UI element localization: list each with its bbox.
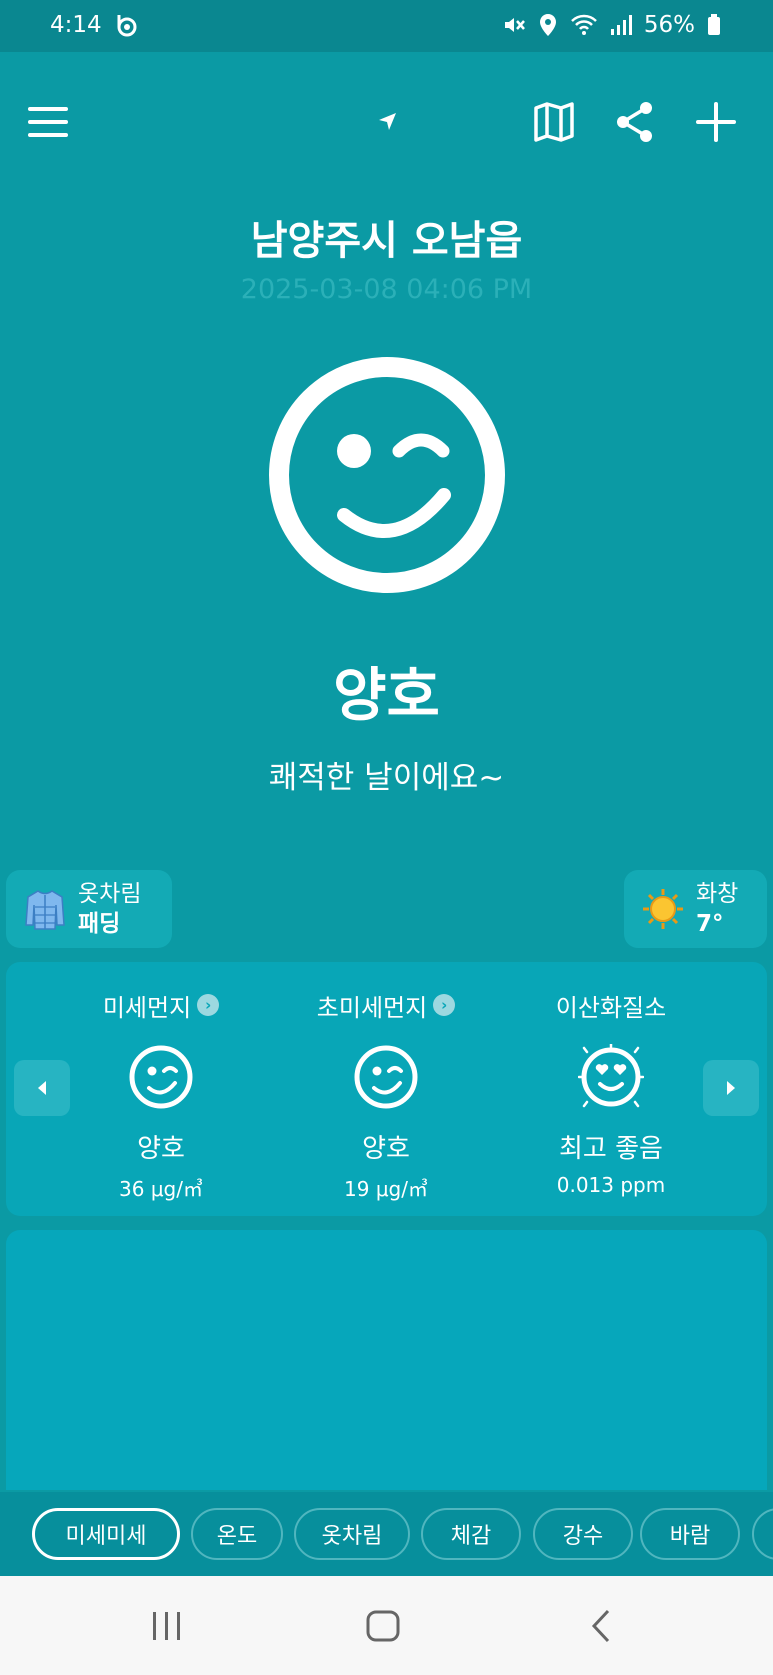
mute-icon: [502, 13, 526, 37]
pm10-title: 미세먼지: [102, 993, 192, 1022]
app-header: [0, 52, 773, 182]
location-arrow-icon: [379, 113, 396, 130]
map-button[interactable]: [524, 92, 584, 152]
status-left: 4:14: [50, 12, 140, 38]
home-button[interactable]: [358, 1604, 408, 1648]
clothing-chip-text: 옷차림 패딩: [78, 879, 141, 939]
chevron-right-icon[interactable]: ›: [197, 994, 220, 1016]
menu-icon: [28, 107, 68, 137]
weather-chip-text: 화창 7°: [696, 879, 738, 939]
status-bar: 4:14 56%: [0, 0, 773, 52]
pm25-status: 양호: [362, 1134, 410, 1164]
tab-feels-like[interactable]: 체감: [421, 1508, 521, 1560]
clothing-value: 패딩: [78, 911, 121, 937]
padded-jacket-icon: [25, 890, 65, 930]
tab-wind[interactable]: 바람: [640, 1508, 740, 1560]
pm25-title-row: 초미세먼지 ›: [316, 988, 456, 1022]
tab-temperature[interactable]: 온도: [191, 1508, 283, 1560]
location-name[interactable]: 남양주시 오남읍: [0, 208, 773, 266]
category-tab-bar: 미세미세 온도 옷차림 체감 강수 바람: [0, 1492, 773, 1576]
location-pin-icon: [538, 13, 558, 37]
map-icon: [534, 102, 574, 142]
weather-label: 화창: [696, 881, 739, 907]
pm25-value: 19 μg/㎥: [344, 1177, 428, 1201]
no2-value: 0.013 ppm: [556, 1173, 666, 1197]
battery-percent: 56%: [643, 12, 695, 38]
no2-metric[interactable]: 이산화질소 최고 좋음 0.013 ppm: [511, 988, 711, 1198]
clothing-label: 옷차림: [78, 881, 142, 907]
winking-face-icon: [129, 1045, 193, 1109]
add-location-button[interactable]: [686, 92, 746, 152]
overall-status: 양호: [333, 661, 440, 729]
status-right: 56%: [502, 12, 721, 38]
app-b-icon: [114, 12, 140, 38]
pm10-title-row: 미세먼지 ›: [102, 988, 220, 1022]
recent-apps-icon: [153, 1612, 180, 1640]
recent-apps-button[interactable]: [142, 1604, 192, 1648]
winking-face-icon: [354, 1045, 418, 1109]
tab-clothing[interactable]: 옷차림: [294, 1508, 410, 1560]
sun-icon: [643, 889, 683, 929]
back-button[interactable]: [576, 1604, 626, 1648]
clothing-chip[interactable]: 옷차림 패딩: [6, 870, 172, 948]
home-icon: [366, 1610, 400, 1642]
back-icon: [591, 1609, 610, 1643]
share-button[interactable]: [605, 92, 665, 152]
battery-icon: [707, 14, 721, 36]
air-quality-card: 미세먼지 › 양호 36 μg/㎥ 초미세먼지 › 양호 19 μg/㎥ 이산화…: [6, 962, 767, 1216]
heart-eyes-face-icon: [578, 1044, 644, 1108]
update-timestamp: 2025-03-08 04:06 PM: [240, 274, 533, 305]
winking-face-icon: [267, 355, 507, 595]
status-message: 쾌적한 날이에요~: [268, 760, 505, 796]
no2-title-row: 이산화질소: [556, 988, 666, 1022]
content-panel: [6, 1230, 767, 1490]
pm25-title: 초미세먼지: [316, 993, 428, 1022]
tab-more[interactable]: [752, 1508, 773, 1560]
system-navigation-bar: [0, 1576, 773, 1675]
signal-icon: [610, 14, 632, 36]
wifi-icon: [570, 14, 598, 36]
tab-misemise[interactable]: 미세미세: [32, 1508, 180, 1560]
share-icon: [617, 102, 652, 142]
status-time: 4:14: [50, 12, 102, 38]
chevron-right-icon: [727, 1081, 735, 1095]
current-location-button[interactable]: [357, 92, 417, 152]
chevron-right-icon[interactable]: ›: [433, 994, 456, 1016]
weather-temp: 7°: [696, 911, 724, 937]
pm10-metric[interactable]: 미세먼지 › 양호 36 μg/㎥: [61, 988, 261, 1202]
no2-title: 이산화질소: [555, 993, 667, 1022]
menu-button[interactable]: [18, 92, 78, 152]
pm25-metric[interactable]: 초미세먼지 › 양호 19 μg/㎥: [286, 988, 486, 1202]
weather-chip[interactable]: 화창 7°: [624, 870, 767, 948]
pm10-value: 36 μg/㎥: [119, 1177, 203, 1201]
tab-precipitation[interactable]: 강수: [533, 1508, 633, 1560]
next-button[interactable]: [703, 1060, 759, 1116]
no2-status: 최고 좋음: [559, 1134, 663, 1164]
plus-icon: [696, 102, 736, 142]
pm10-status: 양호: [137, 1134, 185, 1164]
chevron-left-icon: [38, 1081, 46, 1095]
